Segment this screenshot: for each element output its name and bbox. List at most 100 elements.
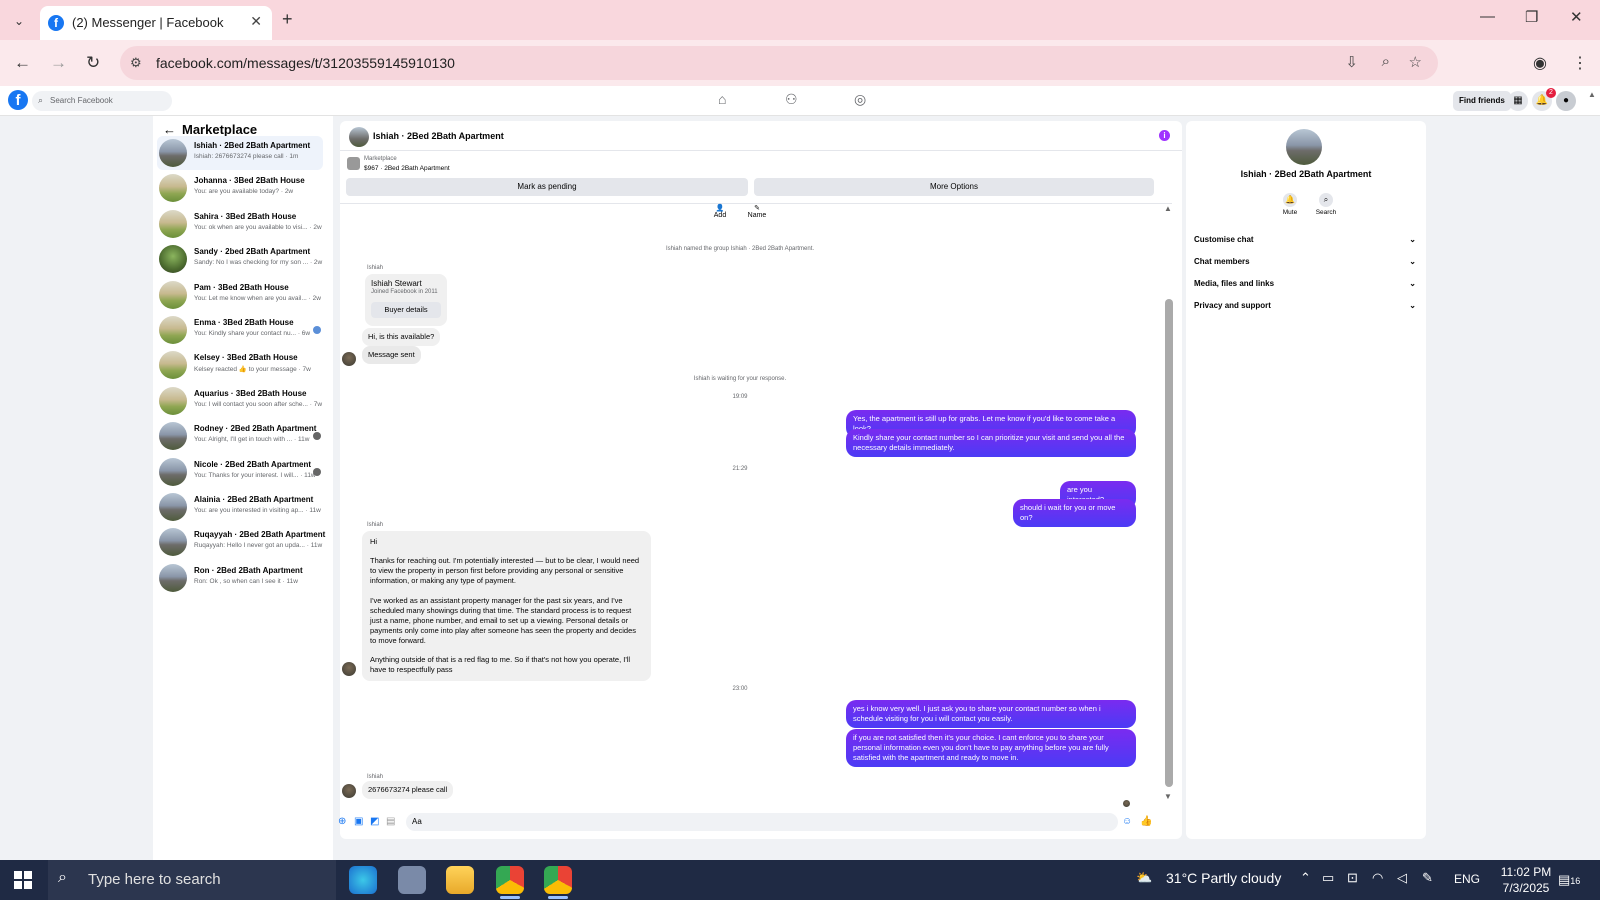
- photo-icon[interactable]: ▣: [354, 816, 363, 827]
- new-tab-icon[interactable]: +: [282, 9, 293, 30]
- conversation-item[interactable]: Johanna · 3Bed 2Bath House You: are you a…: [157, 171, 323, 205]
- like-thumb-icon[interactable]: 👍: [1140, 816, 1152, 827]
- facebook-logo-icon[interactable]: f: [8, 90, 28, 110]
- volume-icon[interactable]: ◁: [1397, 870, 1407, 886]
- bookmark-star-icon[interactable]: ☆: [1409, 53, 1422, 71]
- search-icon: ⌕: [38, 95, 44, 105]
- show-hidden-icons-icon[interactable]: ⌃: [1300, 870, 1311, 886]
- account-avatar-icon[interactable]: ●: [1556, 91, 1576, 111]
- find-friends-button[interactable]: Find friends: [1453, 91, 1511, 111]
- install-app-icon[interactable]: ⇩: [1345, 53, 1358, 71]
- back-arrow-icon[interactable]: ←: [163, 122, 176, 137]
- conversation-item[interactable]: Rodney · 2Bed 2Bath Apartment You: Alrigh…: [157, 419, 323, 453]
- site-info-icon[interactable]: ⚙: [130, 55, 142, 71]
- mute-button[interactable]: 🔔 Mute: [1274, 193, 1306, 216]
- chrome-icon[interactable]: [496, 866, 524, 899]
- chat-members-row[interactable]: Chat members ⌄: [1194, 257, 1416, 266]
- media-files-links-row[interactable]: Media, files and links ⌄: [1194, 279, 1416, 288]
- wifi-icon[interactable]: ◠: [1372, 870, 1383, 886]
- conversation-item[interactable]: Sandy · 2bed 2Bath Apartment Sandy: No I …: [157, 242, 323, 276]
- omnibox[interactable]: ⚙ facebook.com/messages/t/31203559145910…: [120, 46, 1438, 80]
- message-input[interactable]: Aa: [406, 813, 1118, 831]
- profile-icon[interactable]: ◉: [1533, 53, 1547, 73]
- conversation-item[interactable]: Pam · 3Bed 2Bath House You: Let me know w…: [157, 278, 323, 312]
- page-scroll-up-icon[interactable]: ▲: [1588, 90, 1596, 99]
- url-text[interactable]: facebook.com/messages/t/3120355914591013…: [156, 55, 455, 71]
- message-sent-bubble[interactable]: Message sent: [362, 346, 421, 365]
- menu-grid-icon[interactable]: ▦: [1508, 91, 1528, 111]
- meet-now-icon[interactable]: ⊡: [1347, 870, 1358, 886]
- notification-center-icon[interactable]: ▤16: [1558, 872, 1580, 888]
- sender-avatar[interactable]: [342, 662, 356, 676]
- listing-title[interactable]: $967 · 2Bed 2Bath Apartment: [364, 165, 450, 172]
- browser-menu-icon[interactable]: ⋮: [1572, 53, 1588, 73]
- emoji-icon[interactable]: ☺: [1122, 816, 1132, 827]
- message-bubble-outgoing[interactable]: if you are not satisfied then it's your …: [846, 729, 1136, 768]
- conversation-avatar[interactable]: [1286, 129, 1322, 165]
- thread-scrollbar[interactable]: [1165, 299, 1173, 787]
- file-explorer-icon[interactable]: [446, 866, 474, 894]
- windows-start-icon[interactable]: [14, 871, 32, 889]
- facebook-search-input[interactable]: ⌕ Search Facebook: [32, 91, 172, 111]
- scroll-up-icon[interactable]: ▲: [1164, 204, 1172, 213]
- gif-icon[interactable]: ▤: [386, 816, 395, 827]
- home-nav-icon[interactable]: ⌂: [718, 91, 726, 107]
- conversation-item[interactable]: Sahira · 3Bed 2Bath House You: ok when ar…: [157, 207, 323, 241]
- message-bubble-incoming[interactable]: Hi, is this available?: [362, 328, 441, 347]
- conversation-item[interactable]: Kelsey · 3Bed 2Bath House Kelsey reacted …: [157, 348, 323, 382]
- listing-thumbnail[interactable]: [347, 157, 360, 170]
- groups-nav-icon[interactable]: ◎: [854, 91, 866, 108]
- taskbar-search-box[interactable]: ⌕ Type here to search: [48, 860, 336, 900]
- weather-text[interactable]: 31°C Partly cloudy: [1166, 870, 1281, 886]
- plus-icon[interactable]: ⊕: [338, 816, 346, 827]
- conversation-item[interactable]: Ishiah · 2Bed 2Bath Apartment Ishiah: 267…: [157, 136, 323, 170]
- message-bubble-outgoing[interactable]: should i wait for you or move on?: [1013, 499, 1136, 528]
- minimize-icon[interactable]: —: [1480, 8, 1495, 25]
- conversation-details-pane: Ishiah · 2Bed 2Bath Apartment 🔔 Mute ⌕ Sea…: [1186, 121, 1426, 839]
- sticker-icon[interactable]: ◩: [370, 816, 379, 827]
- app-icon[interactable]: [398, 866, 426, 894]
- close-window-icon[interactable]: ✕: [1570, 8, 1583, 26]
- tab-close-icon[interactable]: ✕: [250, 13, 262, 30]
- conversation-item[interactable]: Alainia · 2Bed 2Bath Apartment You: are y…: [157, 490, 323, 524]
- friends-nav-icon[interactable]: ⚇: [785, 91, 798, 108]
- info-icon[interactable]: i: [1159, 130, 1170, 141]
- add-people-button[interactable]: 👤 Add: [706, 204, 734, 219]
- customise-chat-row[interactable]: Customise chat ⌄: [1194, 235, 1416, 244]
- tab-search-icon[interactable]: ⌄: [8, 10, 30, 32]
- message-bubble-incoming-long[interactable]: Hi Thanks for reaching out. I'm potentia…: [362, 531, 651, 682]
- forward-icon[interactable]: →: [50, 53, 67, 73]
- message-bubble-outgoing[interactable]: yes i know very well. I just ask you to …: [846, 700, 1136, 729]
- privacy-support-row[interactable]: Privacy and support ⌄: [1194, 301, 1416, 310]
- search-conversation-button[interactable]: ⌕ Search: [1310, 193, 1342, 216]
- sender-avatar[interactable]: [342, 784, 356, 798]
- more-options-button[interactable]: More Options: [754, 178, 1154, 196]
- browser-tab[interactable]: f (2) Messenger | Facebook ✕: [40, 6, 272, 40]
- chat-title[interactable]: Ishiah · 2Bed 2Bath Apartment: [373, 131, 504, 141]
- language-indicator[interactable]: ENG: [1454, 872, 1480, 886]
- weather-icon[interactable]: ⛅: [1136, 870, 1152, 886]
- mark-as-pending-button[interactable]: Mark as pending: [346, 178, 748, 196]
- conversation-item[interactable]: Enma · 3Bed 2Bath House You: Kindly share…: [157, 313, 323, 347]
- back-icon[interactable]: ←: [14, 53, 31, 73]
- buyer-details-button[interactable]: Buyer details: [371, 302, 441, 318]
- zoom-icon[interactable]: ⌕: [1382, 53, 1390, 70]
- battery-icon[interactable]: ▭: [1322, 870, 1334, 886]
- conversation-item[interactable]: Nicole · 2Bed 2Bath Apartment You: Thanks…: [157, 455, 323, 489]
- pen-icon[interactable]: ✎: [1422, 870, 1433, 886]
- chat-avatar[interactable]: [349, 127, 369, 147]
- message-bubble-outgoing[interactable]: Kindly share your contact number so I ca…: [846, 429, 1136, 458]
- scroll-down-icon[interactable]: ▼: [1164, 792, 1172, 801]
- conversation-item[interactable]: Aquarius · 3Bed 2Bath House You: I will c…: [157, 384, 323, 418]
- name-group-button[interactable]: ✎ Name: [742, 204, 772, 219]
- conversation-item[interactable]: Ron · 2Bed 2Bath Apartment Ron: Ok , so w…: [157, 561, 323, 595]
- conversation-item[interactable]: Ruqayyah · 2Bed 2Bath Apartment Ruqayyah:…: [157, 525, 325, 559]
- clock[interactable]: 11:02 PM 7/3/2025: [1497, 864, 1555, 896]
- restore-icon[interactable]: ❐: [1525, 8, 1538, 26]
- chrome-profile-icon[interactable]: [544, 866, 572, 899]
- message-bubble-incoming[interactable]: 2676673274 please call: [362, 781, 454, 800]
- sender-avatar[interactable]: [342, 352, 356, 366]
- browser-tab-strip: ⌄ f (2) Messenger | Facebook ✕ + — ❐ ✕: [0, 0, 1600, 40]
- edge-icon[interactable]: [349, 866, 377, 894]
- reload-icon[interactable]: ↻: [86, 53, 100, 73]
